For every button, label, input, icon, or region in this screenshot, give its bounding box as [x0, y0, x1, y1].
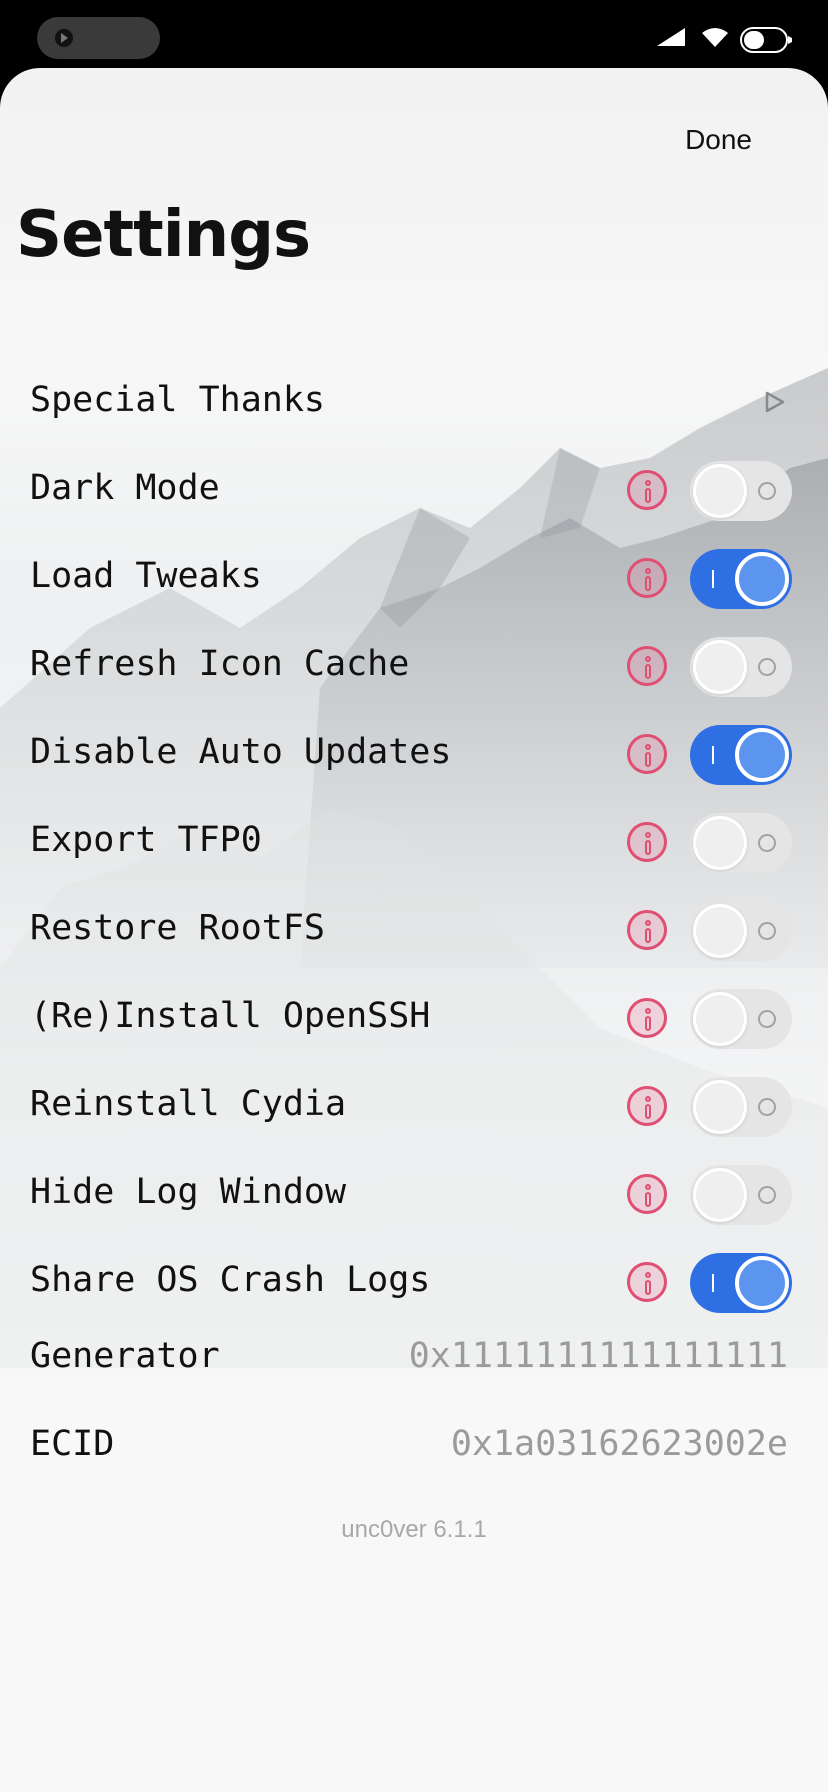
setting-row-disable-auto-updates: Disable Auto Updates [0, 710, 828, 798]
recording-indicator[interactable] [37, 17, 160, 59]
generator-value[interactable]: 0x1111111111111111 [409, 1336, 788, 1376]
setting-label: Dark Mode [30, 468, 220, 508]
setting-row-dark-mode: Dark Mode [0, 446, 828, 534]
setting-row-export-tfp0: Export TFP0 [0, 798, 828, 886]
toggle-switch-refresh-icon-cache[interactable] [690, 637, 792, 697]
ecid-row: ECID 0x1a03162623002e [0, 1402, 828, 1490]
setting-row-hide-log-window: Hide Log Window [0, 1150, 828, 1238]
battery-icon [740, 27, 792, 53]
info-icon[interactable] [627, 822, 667, 862]
special-thanks-label: Special Thanks [30, 380, 326, 420]
setting-row-refresh-icon-cache: Refresh Icon Cache [0, 622, 828, 710]
setting-row-restore-rootfs: Restore RootFS [0, 886, 828, 974]
generator-label: Generator [30, 1336, 220, 1376]
toggle-switch-export-tfp0[interactable] [690, 813, 792, 873]
ecid-label: ECID [30, 1424, 115, 1464]
toggle-switch-re-install-openssh[interactable] [690, 989, 792, 1049]
setting-row-re-install-openssh: (Re)Install OpenSSH [0, 974, 828, 1062]
setting-label: Reinstall Cydia [30, 1084, 347, 1124]
status-bar [0, 0, 828, 70]
toggle-switch-reinstall-cydia[interactable] [690, 1077, 792, 1137]
toggle-switch-restore-rootfs[interactable] [690, 901, 792, 961]
setting-row-reinstall-cydia: Reinstall Cydia [0, 1062, 828, 1150]
wifi-icon [702, 28, 728, 47]
setting-label: (Re)Install OpenSSH [30, 996, 431, 1036]
setting-row-share-os-crash-logs: Share OS Crash Logs [0, 1238, 828, 1326]
info-icon[interactable] [627, 1174, 667, 1214]
toggle-switch-disable-auto-updates[interactable] [690, 725, 792, 785]
info-icon[interactable] [627, 646, 667, 686]
page-title: Settings [16, 198, 311, 272]
setting-label: Load Tweaks [30, 556, 262, 596]
info-icon[interactable] [627, 558, 667, 598]
setting-label: Restore RootFS [30, 908, 326, 948]
info-icon[interactable] [627, 1262, 667, 1302]
setting-label: Export TFP0 [30, 820, 262, 860]
setting-label: Refresh Icon Cache [30, 644, 410, 684]
toggle-switch-dark-mode[interactable] [690, 461, 792, 521]
setting-label: Hide Log Window [30, 1172, 347, 1212]
setting-label: Share OS Crash Logs [30, 1260, 431, 1300]
generator-row: Generator 0x1111111111111111 [0, 1314, 828, 1402]
info-icon[interactable] [627, 1086, 667, 1126]
info-icon[interactable] [627, 910, 667, 950]
toggle-switch-share-os-crash-logs[interactable] [690, 1253, 792, 1313]
done-button[interactable]: Done [685, 124, 752, 156]
special-thanks-row[interactable]: Special Thanks [0, 358, 828, 446]
info-icon[interactable] [627, 998, 667, 1038]
settings-sheet: Done Settings Special Thanks Dark Mode Lo… [0, 68, 828, 1792]
cellular-signal-icon [657, 28, 685, 46]
info-icon[interactable] [627, 734, 667, 774]
toggle-switch-hide-log-window[interactable] [690, 1165, 792, 1225]
disclosure-arrow-icon [765, 391, 785, 413]
setting-row-load-tweaks: Load Tweaks [0, 534, 828, 622]
toggle-switch-load-tweaks[interactable] [690, 549, 792, 609]
info-icon[interactable] [627, 470, 667, 510]
ecid-value: 0x1a03162623002e [450, 1424, 788, 1464]
setting-label: Disable Auto Updates [30, 732, 452, 772]
play-icon [55, 29, 73, 47]
version-label: unc0ver 6.1.1 [341, 1516, 487, 1543]
